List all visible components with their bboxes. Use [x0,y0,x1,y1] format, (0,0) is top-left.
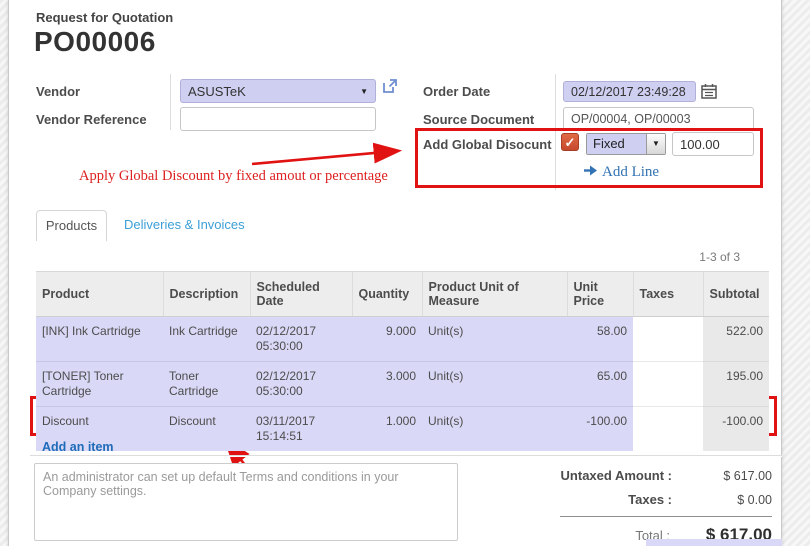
highlighted-total-strip [646,539,782,546]
global-discount-checkbox[interactable]: ✓ [561,133,579,151]
cell-description[interactable]: Ink Cartridge [163,317,250,362]
cell-description[interactable]: Toner Cartridge [163,362,250,407]
page-title: PO00006 [34,26,156,58]
cell-product[interactable]: [TONER] Toner Cartridge [36,362,163,407]
cell-quantity[interactable]: 1.000 [352,407,422,452]
untaxed-amount-value: $ 617.00 [672,469,772,483]
column-header-taxes[interactable]: Taxes [633,272,703,317]
column-header-subtotal[interactable]: Subtotal [703,272,769,317]
vendor-label: Vendor [36,84,80,99]
cell-taxes[interactable] [633,407,703,452]
cell-subtotal[interactable]: 195.00 [703,362,769,407]
totals-divider [560,516,772,517]
cell-quantity[interactable]: 3.000 [352,362,422,407]
form-left-separator [170,74,171,130]
source-document-input[interactable]: OP/00004, OP/00003 [563,107,754,131]
taxes-value: $ 0.00 [672,493,772,507]
global-discount-label: Add Global Disocunt [423,137,552,152]
cell-scheduled-date[interactable]: 02/12/2017 05:30:00 [250,362,352,407]
external-link-icon[interactable] [381,77,399,95]
cell-unit-price[interactable]: -100.00 [567,407,633,452]
cell-product[interactable]: [INK] Ink Cartridge [36,317,163,362]
doc-type-label: Request for Quotation [36,10,173,25]
taxes-label: Taxes : [522,492,672,507]
add-line-label: Add Line [602,164,659,181]
cell-taxes[interactable] [633,362,703,407]
column-header-unit-price[interactable]: Unit Price [567,272,633,317]
cell-scheduled-date[interactable]: 02/12/2017 05:30:00 [250,317,352,362]
discount-amount-value: 100.00 [680,137,720,152]
chevron-down-icon: ▼ [646,134,665,154]
cell-subtotal[interactable]: 522.00 [703,317,769,362]
discount-type-value: Fixed [587,134,646,154]
table-header-row: ProductDescriptionScheduled DateQuantity… [36,272,769,317]
order-lines-table: ProductDescriptionScheduled DateQuantity… [36,271,769,451]
column-header-scheduled-date[interactable]: Scheduled Date [250,272,352,317]
table-row[interactable]: [TONER] Toner CartridgeToner Cartridge02… [36,362,769,407]
terms-conditions-textarea[interactable]: An administrator can set up default Term… [34,463,458,541]
checkmark-icon: ✓ [565,135,576,150]
calendar-icon[interactable] [701,83,717,99]
cell-uom[interactable]: Unit(s) [422,317,567,362]
annotation-global-discount-text: Apply Global Discount by fixed amout or … [79,168,388,185]
order-date-label: Order Date [423,84,490,99]
column-header-description[interactable]: Description [163,272,250,317]
add-line-link[interactable]: Add Line [584,164,659,181]
cell-taxes[interactable] [633,317,703,362]
cell-unit-price[interactable]: 65.00 [567,362,633,407]
vendor-reference-input[interactable] [180,107,376,131]
vendor-value: ASUSTeK [188,84,246,99]
cell-unit-price[interactable]: 58.00 [567,317,633,362]
order-date-value: 02/12/2017 23:49:28 [571,85,686,99]
source-document-label: Source Document [423,112,534,127]
section-divider [30,455,782,457]
untaxed-amount-label: Untaxed Amount : [522,468,672,483]
pager: 1-3 of 3 [600,250,740,264]
vendor-select[interactable]: ASUSTeK ▼ [180,79,376,103]
vendor-reference-label: Vendor Reference [36,112,147,127]
cell-uom[interactable]: Unit(s) [422,362,567,407]
arrow-right-icon [584,164,597,181]
column-header-product-unit-of-measure[interactable]: Product Unit of Measure [422,272,567,317]
discount-amount-input[interactable]: 100.00 [672,132,754,156]
order-date-input[interactable]: 02/12/2017 23:49:28 [563,81,696,102]
column-header-quantity[interactable]: Quantity [352,272,422,317]
cell-uom[interactable]: Unit(s) [422,407,567,452]
form-right-separator [555,74,556,190]
table-row[interactable]: DiscountDiscount03/11/2017 15:14:511.000… [36,407,769,452]
cell-description[interactable]: Discount [163,407,250,452]
tab-products[interactable]: Products [36,210,107,241]
cell-scheduled-date[interactable]: 03/11/2017 15:14:51 [250,407,352,452]
cell-quantity[interactable]: 9.000 [352,317,422,362]
chevron-down-icon: ▼ [360,87,368,96]
cell-subtotal[interactable]: -100.00 [703,407,769,452]
table-row[interactable]: [INK] Ink CartridgeInk Cartridge02/12/20… [36,317,769,362]
source-document-value: OP/00004, OP/00003 [571,112,691,126]
add-an-item-link[interactable]: Add an item [42,440,114,454]
discount-type-select[interactable]: Fixed ▼ [586,133,666,155]
column-header-product[interactable]: Product [36,272,163,317]
tab-deliveries-invoices[interactable]: Deliveries & Invoices [124,217,245,232]
totals-panel: Untaxed Amount : $ 617.00 Taxes : $ 0.00… [520,468,772,546]
